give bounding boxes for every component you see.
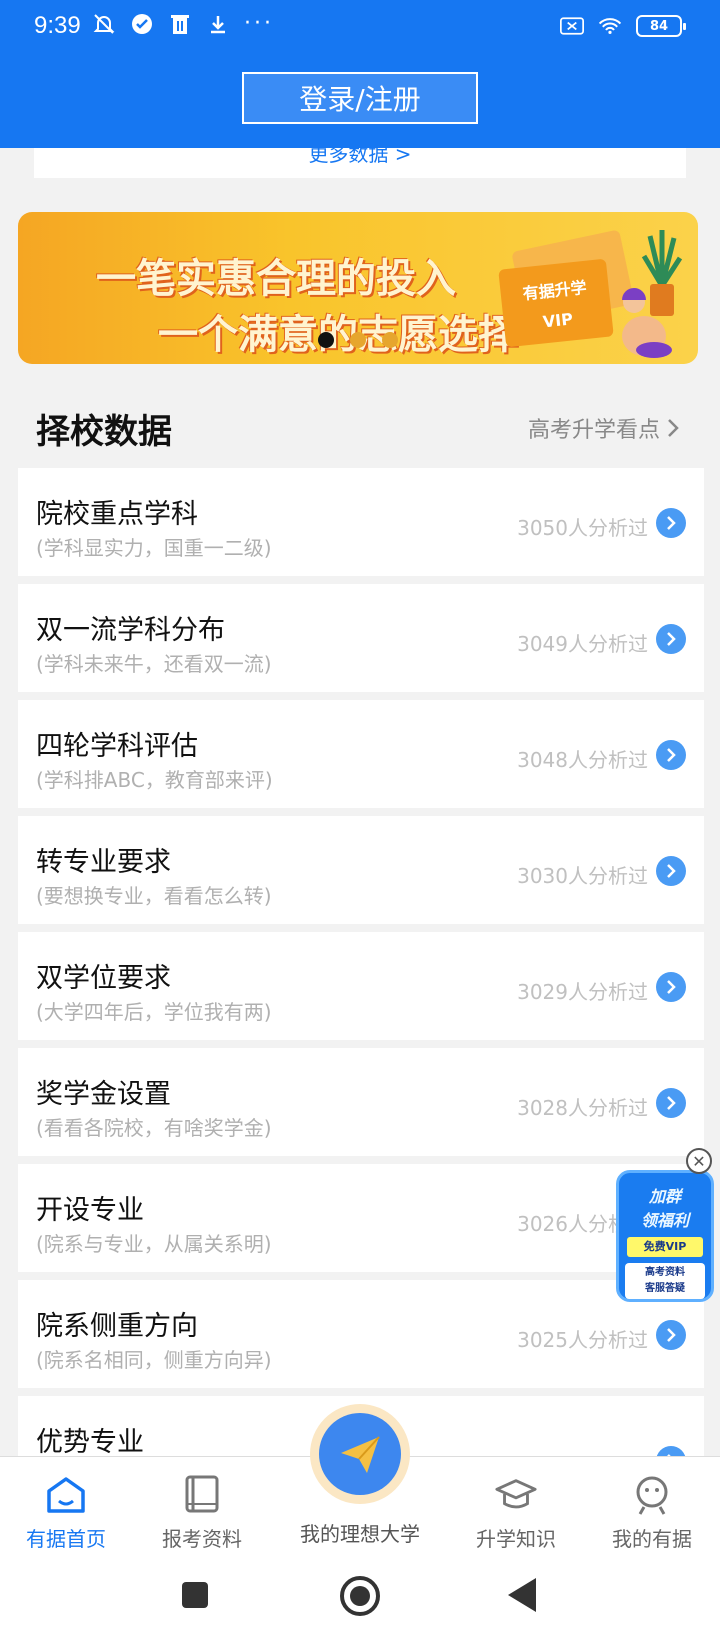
item-subtitle: (院系名相同，侧重方向异) (36, 1348, 272, 1372)
vip-card: 有据升学 VIP (498, 258, 614, 348)
ad-line-2: 领福利 (640, 1211, 689, 1230)
banner-dot-2[interactable] (350, 332, 366, 348)
nav-mine[interactable]: 我的有据 (592, 1473, 712, 1552)
chevron-right-icon (668, 419, 679, 437)
status-icons-left: ··· (92, 12, 274, 36)
top-header: 9:39 ··· 84 登录/注册 (0, 0, 720, 148)
item-count: 3028人分析过 (517, 1096, 648, 1120)
back-button[interactable] (508, 1578, 536, 1612)
banner-dot-1[interactable] (318, 332, 334, 348)
chevron-right-icon[interactable] (656, 972, 686, 1002)
list-item[interactable]: 院系侧重方向 (院系名相同，侧重方向异) 3025人分析过 (18, 1280, 704, 1388)
nav-mine-label: 我的有据 (612, 1527, 692, 1551)
item-title: 双学位要求 (36, 963, 171, 994)
item-subtitle: (大学四年后，学位我有两) (36, 1000, 272, 1024)
item-count: 3048人分析过 (517, 748, 648, 772)
home-button[interactable] (340, 1576, 380, 1616)
battery-indicator: 84 (636, 15, 686, 37)
status-icons-right: 84 (560, 14, 686, 38)
chevron-right-icon[interactable] (656, 508, 686, 538)
paper-plane-icon (319, 1413, 401, 1495)
list-item[interactable]: 院校重点学科 (学科显实力，国重一二级) 3050人分析过 (18, 468, 704, 576)
item-count: 3050人分析过 (517, 516, 648, 540)
nav-home[interactable]: 有据首页 (6, 1473, 126, 1552)
list-item[interactable]: 双学位要求 (大学四年后，学位我有两) 3029人分析过 (18, 932, 704, 1040)
more-dots: ··· (244, 11, 274, 36)
system-navigation-bar (0, 1560, 720, 1650)
person-illustration (622, 288, 672, 358)
floating-group-ad[interactable]: 加群 领福利 免费VIP 高考资料 客服答疑 (616, 1170, 714, 1302)
item-count: 3025人分析过 (517, 1328, 648, 1352)
ad-info: 高考资料 客服答疑 (625, 1263, 705, 1299)
ad-line-1: 加群 (648, 1187, 681, 1206)
item-title: 开设专业 (36, 1195, 144, 1226)
item-subtitle: (学科排ABC，教育部来评) (36, 768, 273, 792)
section-link-label: 高考升学看点 (527, 418, 660, 443)
status-bar: 9:39 ··· 84 (0, 0, 720, 56)
nav-dream-label[interactable]: 我的理想大学 (280, 1518, 440, 1547)
mute-icon (92, 12, 116, 36)
item-subtitle: (看看各院校，有啥奖学金) (36, 1116, 272, 1140)
list-item[interactable]: 双一流学科分布 (学科未来牛，还看双一流) 3049人分析过 (18, 584, 704, 692)
section-title: 择校数据 (36, 412, 172, 452)
ad-badge: 免费VIP (627, 1237, 703, 1257)
list-item[interactable]: 奖学金设置 (看看各院校，有啥奖学金) 3028人分析过 (18, 1048, 704, 1156)
item-subtitle: (要想换专业，看看怎么转) (36, 884, 272, 908)
list-item[interactable]: 转专业要求 (要想换专业，看看怎么转) 3030人分析过 (18, 816, 704, 924)
item-title: 转专业要求 (36, 847, 171, 878)
item-title: 双一流学科分布 (36, 615, 225, 646)
nav-knowledge[interactable]: 升学知识 (456, 1473, 576, 1552)
chevron-right-icon[interactable] (656, 740, 686, 770)
item-title: 四轮学科评估 (36, 731, 198, 762)
item-subtitle: (院系与专业，从属关系明) (36, 1232, 272, 1256)
item-title: 奖学金设置 (36, 1079, 171, 1110)
section-more-link[interactable]: 高考升学看点 (528, 412, 680, 444)
nav-knowledge-label: 升学知识 (476, 1527, 556, 1551)
chevron-right-icon[interactable] (656, 1088, 686, 1118)
home-icon (44, 1473, 88, 1517)
check-circle-icon (130, 12, 154, 36)
item-subtitle: (学科未来牛，还看双一流) (36, 652, 272, 676)
dream-university-button[interactable] (310, 1404, 410, 1504)
banner-dot-3[interactable] (382, 332, 398, 348)
chevron-right-icon[interactable] (656, 856, 686, 886)
item-title: 院校重点学科 (36, 499, 198, 530)
item-count: 3029人分析过 (517, 980, 648, 1004)
chevron-right-icon[interactable] (656, 1320, 686, 1350)
trash-icon (168, 12, 192, 36)
chevron-right-icon[interactable] (656, 624, 686, 654)
graduation-cap-icon (494, 1473, 538, 1517)
book-icon (180, 1473, 224, 1517)
ad-info-line-2: 客服答疑 (645, 1283, 685, 1294)
item-title: 优势专业 (36, 1427, 144, 1458)
promo-banner[interactable]: 一笔实惠合理的投入 一个满意的志愿选择 有据升学 VIP (18, 212, 698, 364)
profile-icon (630, 1473, 674, 1517)
item-subtitle: (学科显实力，国重一二级) (36, 536, 272, 560)
item-count: 3030人分析过 (517, 864, 648, 888)
list-item[interactable]: 四轮学科评估 (学科排ABC，教育部来评) 3048人分析过 (18, 700, 704, 808)
nav-home-label: 有据首页 (26, 1527, 106, 1551)
close-icon[interactable]: ✕ (686, 1148, 712, 1174)
download-icon (206, 12, 230, 36)
no-sim-icon (560, 14, 584, 38)
wifi-icon (598, 14, 622, 38)
recent-apps-button[interactable] (182, 1582, 208, 1608)
banner-pagination (318, 332, 398, 348)
banner-headline-2: 一个满意的志愿选择 (158, 312, 518, 358)
status-time: 9:39 (34, 12, 81, 39)
list-item[interactable]: 开设专业 (院系与专业，从属关系明) 3026人分析过 (18, 1164, 704, 1272)
nav-materials-label: 报考资料 (162, 1527, 242, 1551)
nav-materials[interactable]: 报考资料 (142, 1473, 262, 1552)
item-title: 院系侧重方向 (36, 1311, 198, 1342)
item-count: 3049人分析过 (517, 632, 648, 656)
login-register-button[interactable]: 登录/注册 (242, 72, 478, 124)
banner-headline-1: 一笔实惠合理的投入 (96, 256, 456, 302)
ad-info-line-1: 高考资料 (645, 1267, 685, 1278)
